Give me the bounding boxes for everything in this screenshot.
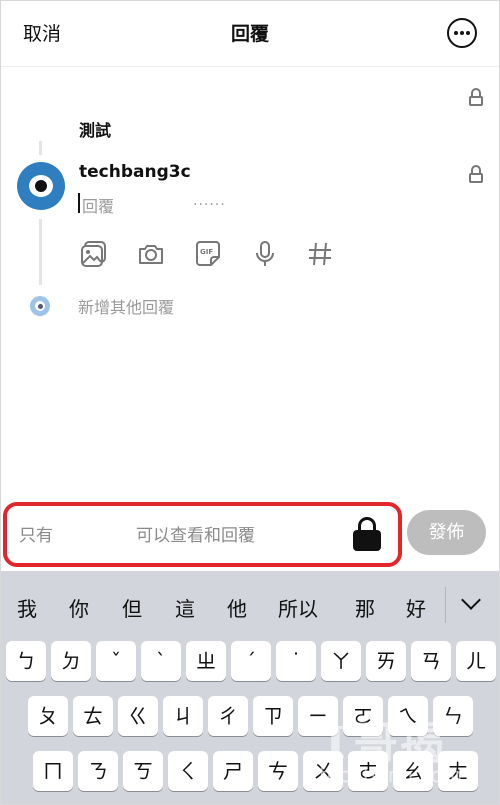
key[interactable]: ㄗ bbox=[253, 696, 293, 736]
key[interactable]: ㄚ bbox=[321, 641, 361, 681]
key[interactable]: ˙ bbox=[276, 641, 316, 681]
key[interactable]: ㄉ bbox=[51, 641, 91, 681]
reply-input[interactable]: 回覆 bbox=[82, 193, 114, 217]
camera-icon[interactable] bbox=[136, 239, 166, 269]
image-icon[interactable] bbox=[79, 239, 109, 269]
page-title: 回覆 bbox=[230, 23, 269, 45]
post-button[interactable]: 發佈 bbox=[407, 510, 486, 555]
typing-dots: ...... bbox=[193, 193, 226, 209]
candidate-word[interactable]: 好 bbox=[406, 593, 426, 622]
hashtag-icon[interactable] bbox=[305, 239, 335, 269]
key[interactable]: ㄔ bbox=[208, 696, 248, 736]
candidate-word[interactable]: 我 bbox=[17, 593, 37, 622]
lock-icon bbox=[353, 517, 381, 551]
mic-icon[interactable] bbox=[250, 239, 280, 269]
thread-line bbox=[39, 141, 42, 155]
small-avatar bbox=[30, 296, 50, 316]
key[interactable]: ㄇ bbox=[33, 751, 73, 791]
candidate-word[interactable]: 那 bbox=[355, 593, 375, 622]
candidate-word[interactable]: 這 bbox=[175, 593, 195, 622]
reply-audience-label[interactable]: 只有 bbox=[19, 521, 53, 546]
candidate-word[interactable]: 所以 bbox=[278, 593, 318, 622]
key[interactable]: ㄞ bbox=[366, 641, 406, 681]
key[interactable]: ㄢ bbox=[411, 641, 451, 681]
candidate-word[interactable]: 你 bbox=[69, 593, 89, 622]
key[interactable]: ㄓ bbox=[186, 641, 226, 681]
username: techbang3c bbox=[79, 162, 191, 182]
text-cursor bbox=[78, 193, 80, 213]
avatar bbox=[17, 162, 65, 210]
gif-icon[interactable]: GIF bbox=[193, 239, 223, 269]
composer-header: 取消 回覆 bbox=[1, 1, 499, 67]
candidate-word[interactable]: 他 bbox=[227, 593, 247, 622]
chevron-down-icon[interactable] bbox=[462, 593, 480, 611]
key[interactable]: ㄎ bbox=[123, 751, 163, 791]
svg-text:GIF: GIF bbox=[200, 248, 213, 256]
key[interactable]: ㄕ bbox=[213, 751, 253, 791]
key[interactable]: ㄘ bbox=[258, 751, 298, 791]
lock-icon bbox=[469, 88, 483, 106]
reply-composer-screen: 取消 回覆 測試 techbang3c 回覆 ...... GIF 新增其他回覆… bbox=[0, 0, 500, 805]
key[interactable]: ㄅ bbox=[6, 641, 46, 681]
key[interactable]: ㄦ bbox=[456, 641, 496, 681]
candidate-divider bbox=[445, 587, 446, 623]
candidate-word[interactable]: 但 bbox=[122, 593, 142, 622]
more-options-icon[interactable] bbox=[447, 18, 477, 48]
key[interactable]: ㄍ bbox=[118, 696, 158, 736]
previous-post-text: 測試 bbox=[79, 121, 112, 140]
key[interactable]: ㄋ bbox=[78, 751, 118, 791]
key[interactable]: ㄑ bbox=[168, 751, 208, 791]
key[interactable]: ˊ bbox=[231, 641, 271, 681]
thread-line bbox=[39, 219, 42, 285]
candidate-bar: 我 你 但 這 他 所以 那 好 bbox=[1, 571, 499, 639]
lock-icon bbox=[469, 165, 483, 183]
key[interactable]: ㄐ bbox=[163, 696, 203, 736]
add-reply-button[interactable]: 新增其他回覆 bbox=[78, 294, 174, 318]
watermark-logo: T哥揭 bbox=[319, 718, 446, 769]
key[interactable]: ㄆ bbox=[28, 696, 68, 736]
key[interactable]: ㄊ bbox=[73, 696, 113, 736]
reply-permission-label[interactable]: 可以查看和回覆 bbox=[136, 521, 255, 546]
key[interactable]: ˋ bbox=[141, 641, 181, 681]
watermark-url: techbang.com bbox=[319, 763, 463, 787]
key[interactable]: ˇ bbox=[96, 641, 136, 681]
